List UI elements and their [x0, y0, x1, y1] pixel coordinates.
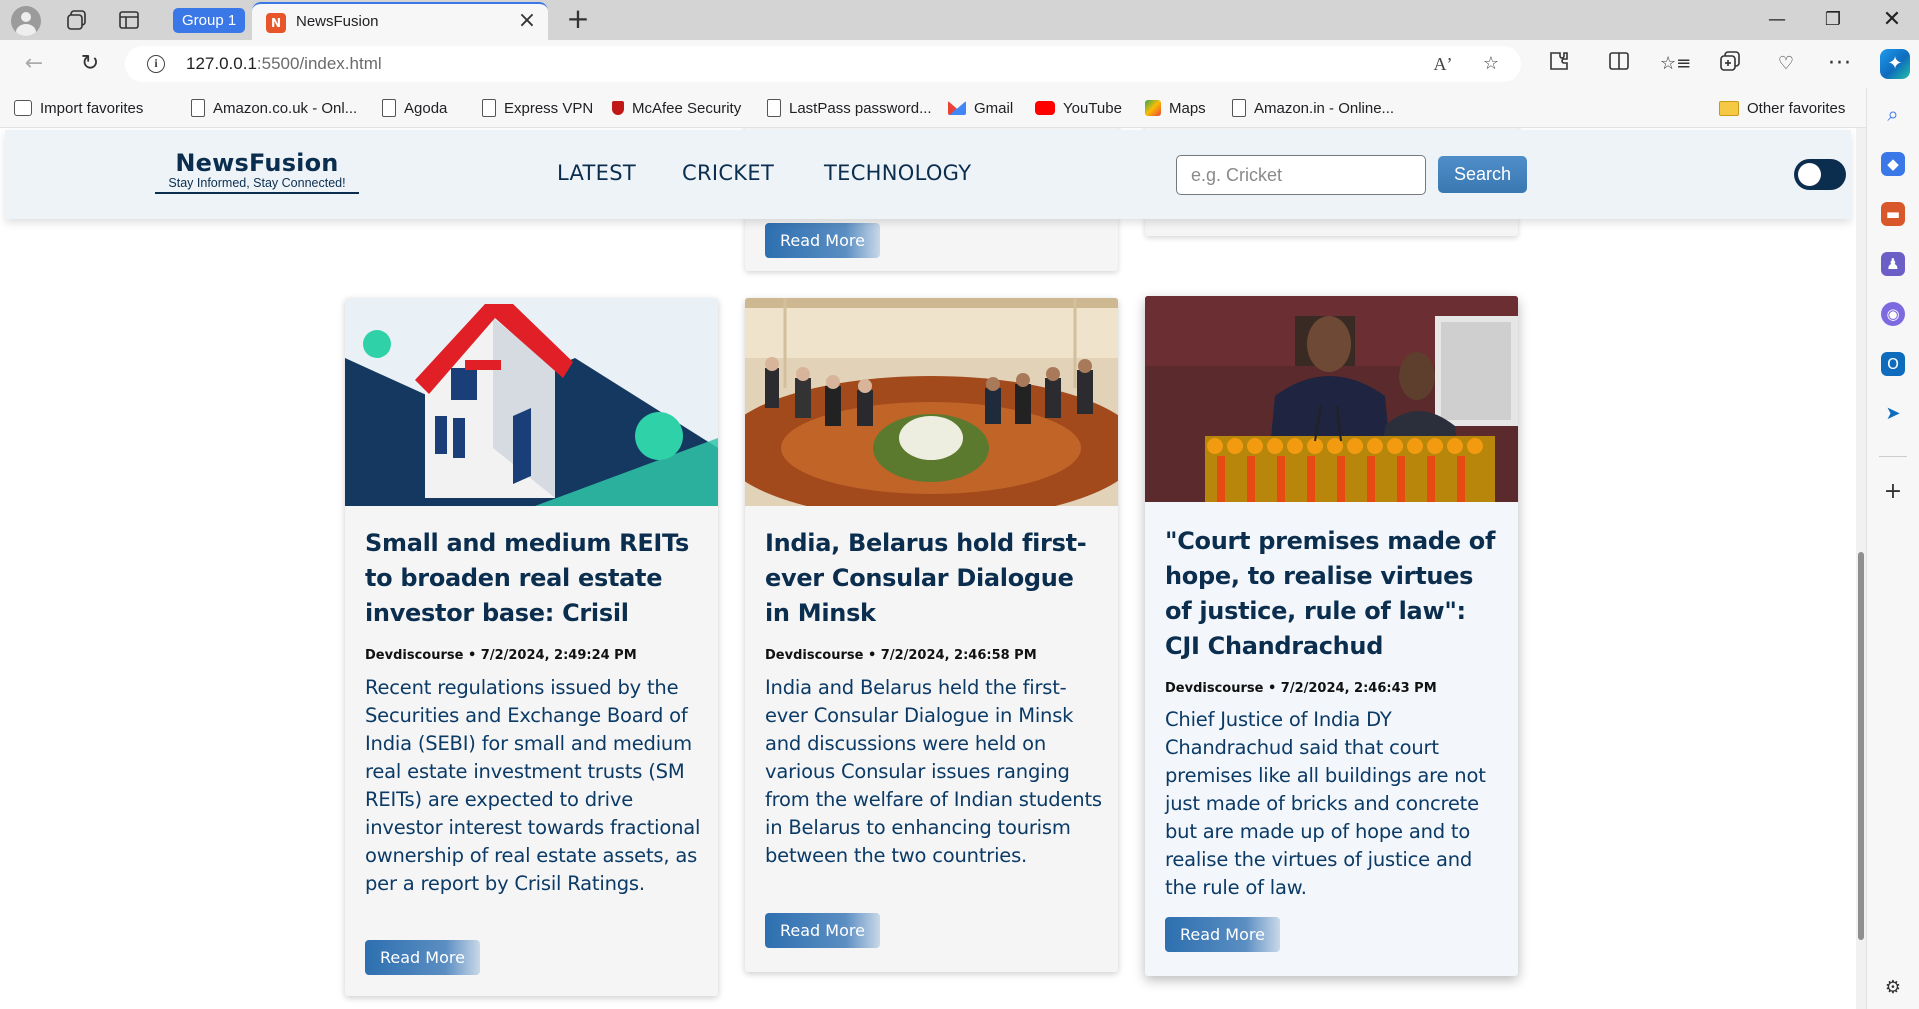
- page-icon: [482, 99, 496, 117]
- url-text[interactable]: 127.0.0.1:5500/index.html: [186, 54, 382, 74]
- close-tab-icon[interactable]: ×: [514, 8, 540, 34]
- page-icon: [191, 99, 205, 117]
- dark-mode-toggle[interactable]: [1794, 159, 1846, 190]
- collections-icon[interactable]: [1716, 50, 1744, 78]
- article-title[interactable]: "Court premises made of hope, to realise…: [1165, 524, 1505, 664]
- favorite-express-vpn[interactable]: Express VPN: [482, 97, 593, 119]
- news-card: India, Belarus hold first-ever Consular …: [745, 298, 1118, 972]
- reload-icon[interactable]: ↻: [74, 48, 106, 80]
- site-logo[interactable]: NewsFusion Stay Informed, Stay Connected…: [155, 149, 359, 194]
- extensions-icon[interactable]: [1545, 50, 1573, 78]
- brand-name: NewsFusion: [175, 149, 339, 177]
- sidebar-divider: [1879, 456, 1907, 457]
- site-favicon-icon: N: [266, 13, 286, 33]
- games-icon[interactable]: ♟: [1881, 252, 1905, 276]
- favorites-icon[interactable]: ☆≡: [1660, 50, 1691, 78]
- tools-briefcase-icon[interactable]: ▬: [1881, 202, 1905, 226]
- folder-icon: [1719, 100, 1739, 116]
- favorites-bar: Import favorites Amazon.co.uk - Onl... A…: [0, 88, 1919, 128]
- back-arrow-icon[interactable]: ←: [18, 48, 50, 80]
- outlook-icon[interactable]: O: [1881, 352, 1905, 376]
- address-bar[interactable]: i 127.0.0.1:5500/index.html Aʼ ☆: [125, 46, 1521, 82]
- article-meta: Devdiscourse • 7/2/2024, 2:46:58 PM: [765, 648, 1037, 663]
- favorite-amazon-in[interactable]: Amazon.in - Online...: [1232, 97, 1394, 119]
- other-favorites[interactable]: Other favorites: [1719, 97, 1845, 119]
- read-more-button[interactable]: Read More: [1165, 917, 1280, 952]
- toggle-knob: [1798, 163, 1821, 186]
- minimize-icon[interactable]: —: [1762, 6, 1792, 34]
- search-input[interactable]: [1176, 155, 1426, 195]
- read-more-button[interactable]: Read More: [765, 223, 880, 258]
- favorite-gmail[interactable]: Gmail: [948, 97, 1013, 119]
- article-title[interactable]: Small and medium REITs to broaden real e…: [365, 526, 705, 631]
- more-menu-icon[interactable]: ···: [1826, 50, 1854, 78]
- youtube-icon: [1035, 101, 1055, 115]
- gmail-icon: [948, 101, 966, 115]
- article-image-meeting: [745, 298, 1118, 506]
- article-image-house: [345, 298, 718, 506]
- new-tab-icon[interactable]: +: [564, 5, 592, 33]
- drop-send-icon[interactable]: ➤: [1881, 402, 1905, 426]
- article-description: Recent regulations issued by the Securit…: [365, 676, 701, 895]
- favorite-agoda[interactable]: Agoda: [382, 97, 447, 119]
- news-card: Small and medium REITs to broaden real e…: [345, 298, 718, 996]
- read-aloud-icon[interactable]: Aʼ: [1431, 52, 1455, 76]
- browser-toolbar: ← ↻ i 127.0.0.1:5500/index.html Aʼ ☆ ☆≡ …: [0, 40, 1919, 88]
- page-icon: [767, 99, 781, 117]
- microsoft-365-icon[interactable]: ◉: [1881, 302, 1905, 326]
- import-icon: [14, 100, 32, 116]
- favorite-youtube[interactable]: YouTube: [1035, 97, 1122, 119]
- search-icon[interactable]: ⌕: [1881, 102, 1905, 126]
- article-meta: Devdiscourse • 7/2/2024, 2:46:43 PM: [1165, 681, 1437, 696]
- article-image-cji-speech: [1145, 296, 1518, 502]
- page-scrollbar[interactable]: [1856, 128, 1866, 1009]
- close-window-icon[interactable]: ✕: [1877, 6, 1907, 34]
- site-info-icon[interactable]: i: [147, 55, 165, 73]
- read-more-button[interactable]: Read More: [365, 940, 480, 975]
- news-card: "Court premises made of hope, to realise…: [1145, 296, 1518, 976]
- split-screen-icon[interactable]: [1605, 50, 1633, 78]
- site-navbar: NewsFusion Stay Informed, Stay Connected…: [5, 130, 1851, 219]
- favorite-mcafee[interactable]: McAfee Security: [612, 97, 741, 119]
- article-description: Chief Justice of India DY Chandrachud sa…: [1165, 708, 1486, 899]
- add-sidebar-app-icon[interactable]: +: [1881, 480, 1905, 504]
- nav-link-cricket[interactable]: CRICKET: [682, 161, 774, 185]
- active-tab[interactable]: N NewsFusion ×: [252, 2, 548, 40]
- page-icon: [1232, 99, 1246, 117]
- page-viewport: Read More NewsFusion Stay Informed, Stay…: [0, 128, 1856, 1009]
- favorite-amazon-uk[interactable]: Amazon.co.uk - Onl...: [191, 97, 357, 119]
- tab-group-chip[interactable]: Group 1: [173, 8, 246, 33]
- article-description: India and Belarus held the first-ever Co…: [765, 676, 1102, 867]
- favorite-maps[interactable]: Maps: [1145, 97, 1206, 119]
- page-icon: [382, 99, 396, 117]
- edge-sidebar: ⌕ ◆ ▬ ♟ ◉ O ➤ + ⚙: [1866, 88, 1919, 1009]
- read-more-button[interactable]: Read More: [765, 913, 880, 948]
- favorite-import[interactable]: Import favorites: [14, 97, 143, 119]
- vertical-tabs-icon[interactable]: [118, 9, 140, 31]
- brand-tagline: Stay Informed, Stay Connected!: [168, 176, 346, 190]
- nav-link-technology[interactable]: TECHNOLOGY: [824, 161, 971, 185]
- scrollbar-thumb[interactable]: [1858, 552, 1864, 940]
- shopping-tag-icon[interactable]: ◆: [1881, 152, 1905, 176]
- maps-icon: [1145, 100, 1161, 116]
- browser-essentials-icon[interactable]: ♡: [1772, 50, 1800, 78]
- favorite-lastpass[interactable]: LastPass password...: [767, 97, 932, 119]
- sidebar-settings-gear-icon[interactable]: ⚙: [1881, 976, 1905, 1000]
- tab-strip: Group 1 N NewsFusion × + — ❐ ✕: [0, 0, 1919, 40]
- restore-icon[interactable]: ❐: [1818, 6, 1848, 34]
- article-meta: Devdiscourse • 7/2/2024, 2:49:24 PM: [365, 648, 637, 663]
- copilot-icon[interactable]: ✦: [1880, 49, 1910, 79]
- workspaces-icon[interactable]: [66, 9, 88, 31]
- profile-avatar-icon[interactable]: [11, 6, 41, 36]
- search-button[interactable]: Search: [1438, 156, 1527, 193]
- mcafee-icon: [612, 101, 624, 115]
- article-title[interactable]: India, Belarus hold first-ever Consular …: [765, 526, 1105, 631]
- tab-title: NewsFusion: [296, 13, 379, 30]
- add-favorite-star-icon[interactable]: ☆: [1479, 52, 1503, 76]
- nav-link-latest[interactable]: LATEST: [557, 161, 636, 185]
